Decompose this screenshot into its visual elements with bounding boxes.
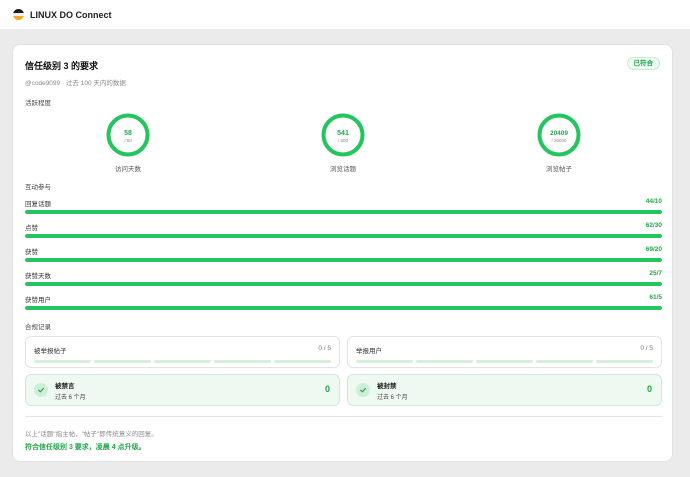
progress-ring: 541 / 500 (321, 113, 365, 157)
status-badge: 已符合 (626, 57, 660, 70)
penalty-value: 0 (646, 384, 652, 394)
ring-value: 58 (124, 130, 132, 137)
penalty-title: 被禁言 (55, 382, 75, 390)
progress-track (25, 306, 662, 310)
progress-ring: 58 / 50 (106, 113, 150, 157)
progress-track (25, 210, 662, 214)
bar-label: 获赞天数 (25, 273, 51, 280)
penalty-period: 过去 6 个月 (55, 394, 86, 401)
penalty-value: 0 (324, 384, 330, 394)
progress-fill (25, 282, 662, 286)
suspended-box: 被封禁 过去 6 个月 0 (347, 374, 662, 406)
ring-target: / 500 (338, 138, 349, 143)
brand-name[interactable]: LINUX DO Connect (30, 10, 112, 20)
bar-value: 25/7 (649, 270, 662, 277)
bar-value: 69/20 (645, 246, 662, 253)
progress-track (25, 234, 662, 238)
ring-value: 20409 (550, 130, 568, 137)
check-icon (34, 383, 48, 397)
progress-fill (25, 234, 662, 238)
ring-topics-viewed: 541 / 500 浏览话题 (303, 112, 383, 173)
result-message: 符合信任级别 3 要求，凌晨 4 点升级。 (25, 444, 146, 451)
progress-fill (25, 210, 662, 214)
bar-label: 回复话题 (25, 201, 51, 208)
segment (34, 360, 91, 363)
segment (536, 360, 593, 363)
bar-liked-users: 获赞用户 61/5 (25, 294, 662, 310)
segment (356, 360, 413, 363)
top-bar: LINUX DO Connect (0, 0, 690, 29)
bar-label: 点赞 (25, 225, 38, 232)
bar-label: 获赞用户 (25, 297, 51, 304)
reported-users-box: 举报用户 0 / 5 (347, 336, 662, 368)
linuxdo-logo-icon[interactable] (13, 9, 24, 20)
segment (274, 360, 331, 363)
bar-liked-days: 获赞天数 25/7 (25, 270, 662, 286)
ring-label: 浏览帖子 (546, 166, 572, 173)
activity-section-title: 活跃程度 (25, 100, 51, 107)
ring-target: / 20000 (551, 138, 567, 143)
segment-bar (348, 355, 661, 363)
bar-value: 62/30 (645, 222, 662, 229)
bar-likes-received: 获赞 69/20 (25, 246, 662, 262)
box-value: 0 / 5 (640, 345, 653, 352)
segment (214, 360, 271, 363)
ring-label: 浏览话题 (330, 166, 356, 173)
bar-label: 获赞 (25, 249, 38, 256)
check-icon (356, 383, 370, 397)
penalty-period: 过去 6 个月 (377, 394, 408, 401)
progress-ring: 20409 / 20000 (537, 113, 581, 157)
segment (154, 360, 211, 363)
bar-value: 44/10 (645, 198, 662, 205)
ring-value: 541 (337, 130, 349, 137)
segment (416, 360, 473, 363)
box-label: 举报用户 (356, 348, 382, 355)
bar-reply-topics: 回复话题 44/10 (25, 198, 662, 214)
progress-track (25, 282, 662, 286)
ring-visit-days: 58 / 50 访问天数 (88, 112, 168, 173)
divider (25, 416, 662, 417)
compliance-section-title: 合规记录 (25, 324, 51, 331)
segment (476, 360, 533, 363)
penalty-title: 被封禁 (377, 382, 397, 390)
segment (596, 360, 653, 363)
silenced-box: 被禁言 过去 6 个月 0 (25, 374, 340, 406)
segment (94, 360, 151, 363)
box-label: 被举报帖子 (34, 348, 67, 355)
reported-posts-box: 被举报帖子 0 / 5 (25, 336, 340, 368)
progress-fill (25, 258, 662, 262)
ring-target: / 50 (124, 138, 132, 143)
segment-bar (26, 355, 339, 363)
ring-label: 访问天数 (115, 166, 141, 173)
bar-likes-given: 点赞 62/30 (25, 222, 662, 238)
progress-fill (25, 306, 662, 310)
progress-track (25, 258, 662, 262)
footnote: 以上"话题"指主帖，"帖子"即传统意义的回复。 (25, 431, 158, 438)
ring-posts-viewed: 20409 / 20000 浏览帖子 (519, 112, 599, 173)
card-subtitle: @code9099 · 过去 100 天内的数据 (25, 80, 126, 87)
interaction-section-title: 互动参与 (25, 184, 51, 191)
bar-value: 61/5 (649, 294, 662, 301)
box-value: 0 / 5 (318, 345, 331, 352)
card-title: 信任级别 3 的要求 (25, 61, 99, 71)
trust-level-card: 信任级别 3 的要求 已符合 @code9099 · 过去 100 天内的数据 … (12, 44, 673, 462)
